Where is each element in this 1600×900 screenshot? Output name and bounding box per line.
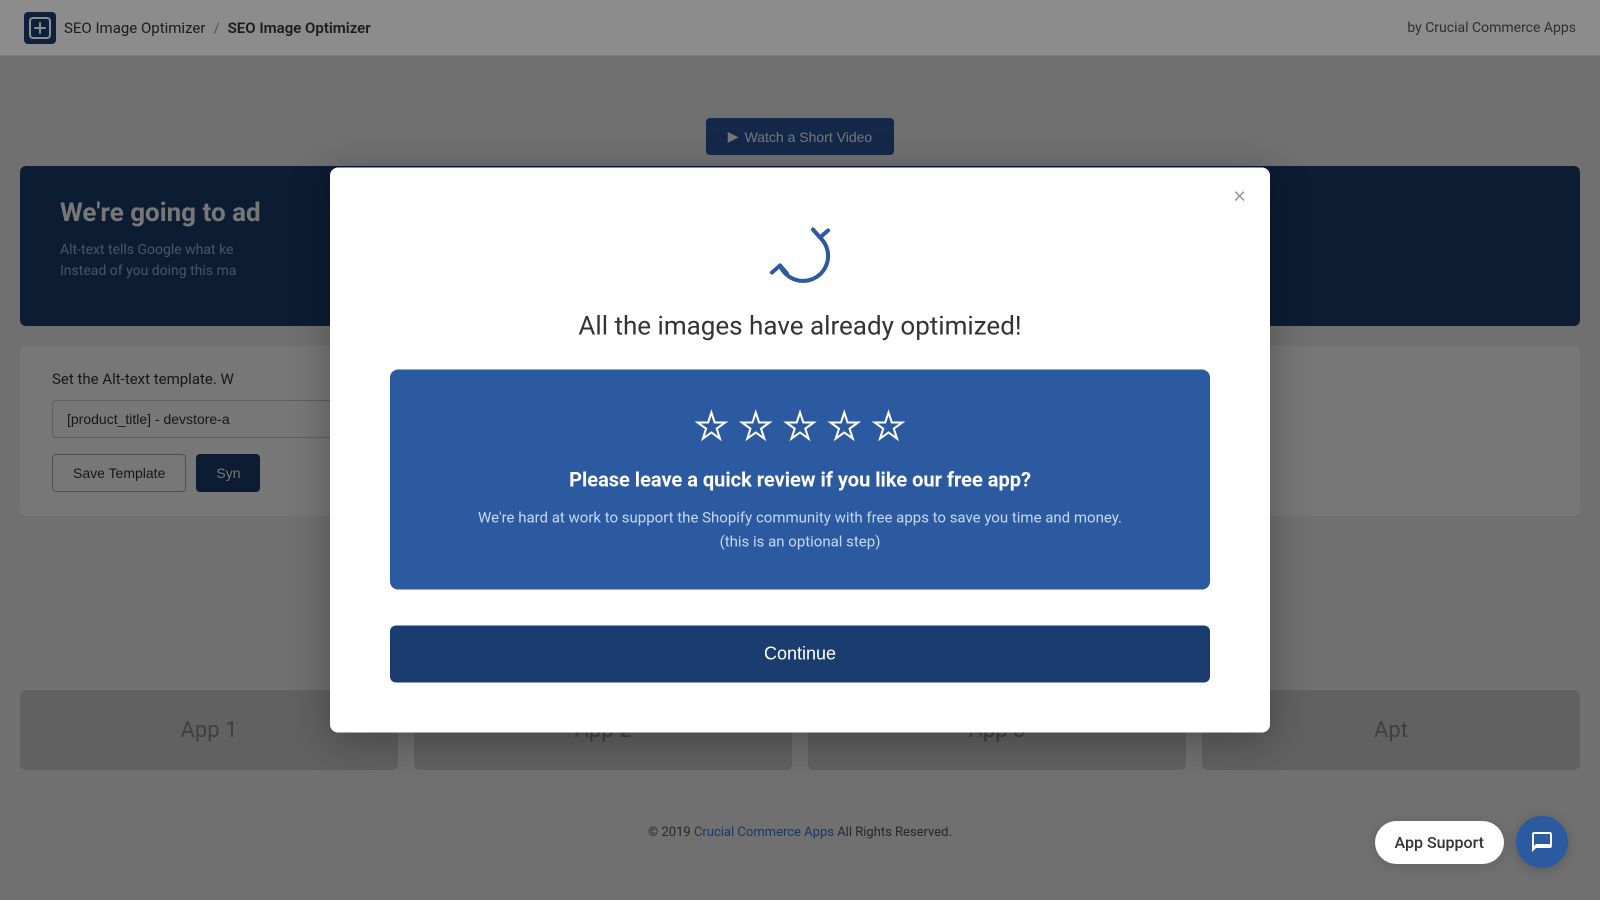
modal-close-button[interactable]: × (1233, 186, 1246, 208)
star-5[interactable]: ★ (872, 406, 904, 448)
optimized-modal: × All the images have already optimized!… (330, 168, 1270, 733)
review-box: ★ ★ ★ ★ ★ Please leave a quick review if… (390, 370, 1210, 590)
modal-message: All the images have already optimized! (390, 312, 1210, 342)
app-support-button[interactable] (1516, 816, 1568, 868)
app-support-wrap: App Support (1375, 816, 1568, 868)
app-support-label: App Support (1375, 821, 1504, 864)
stars-row[interactable]: ★ ★ ★ ★ ★ (430, 406, 1170, 448)
sync-icon (765, 218, 835, 288)
sync-icon-wrap (390, 218, 1210, 288)
star-2[interactable]: ★ (740, 406, 772, 448)
review-desc-2: (this is an optional step) (430, 530, 1170, 554)
continue-button[interactable]: Continue (390, 626, 1210, 683)
star-4[interactable]: ★ (828, 406, 860, 448)
star-1[interactable]: ★ (695, 406, 727, 448)
review-title: Please leave a quick review if you like … (430, 468, 1170, 492)
star-3[interactable]: ★ (784, 406, 816, 448)
review-desc-1: We're hard at work to support the Shopif… (430, 506, 1170, 530)
